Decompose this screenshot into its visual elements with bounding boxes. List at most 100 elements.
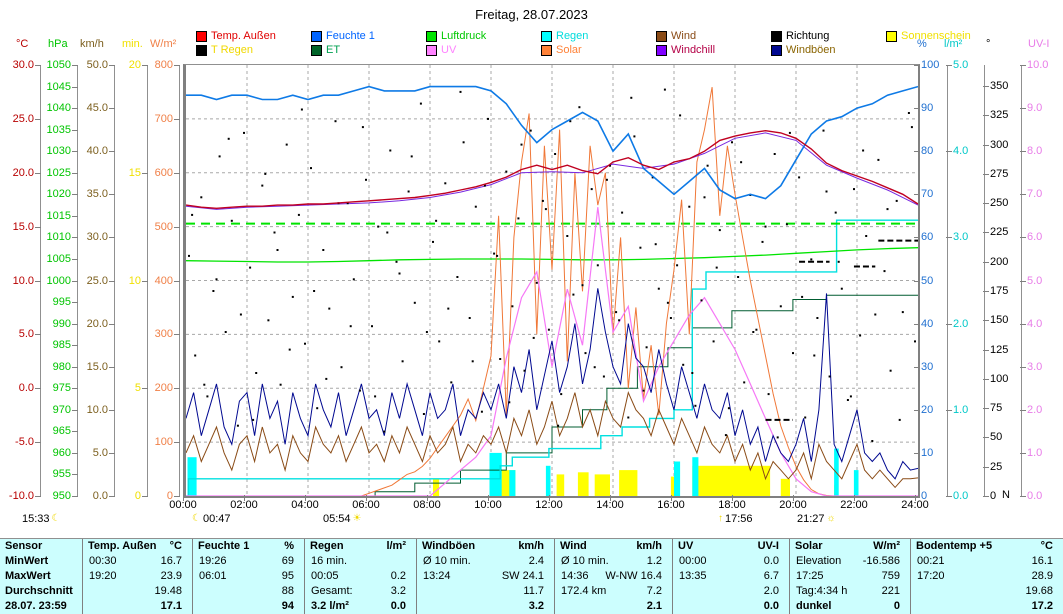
table-column-unit: °C: [1041, 539, 1053, 554]
axis-tick: [1020, 194, 1026, 195]
axis-tick-label-deg: 275: [990, 169, 1008, 180]
legend-item-wind[interactable]: Wind: [656, 30, 696, 42]
table-row-label: MinWert: [0, 554, 82, 569]
axis-tick: [946, 324, 952, 325]
axis-tick: [983, 379, 989, 380]
axis-tick-label-uvi: 4.0: [1027, 319, 1042, 330]
axis-tick: [946, 65, 952, 66]
table-cell: 19:2023.9: [83, 569, 192, 584]
axis-line-deg: [984, 65, 985, 496]
legend-item-solar[interactable]: Solar: [541, 44, 582, 56]
axis-tick-label-deg: 150: [990, 315, 1008, 326]
table-cell-value: 1.2: [647, 554, 662, 569]
direction-scatter-2: [374, 395, 376, 397]
legend-item-windb-en[interactable]: Windböen: [771, 44, 836, 56]
direction-scatter-2: [277, 249, 279, 251]
direction-scatter-2: [691, 372, 693, 374]
legend-item-temp-au-en[interactable]: Temp. Außen: [196, 30, 276, 42]
direction-scatter-2: [521, 144, 523, 146]
sunshine-bars: [781, 479, 790, 496]
axis-tick-label-kmh: 5.0: [66, 448, 108, 459]
axis-tick: [983, 86, 989, 87]
legend-item-feuchte-1[interactable]: Feuchte 1: [311, 30, 375, 42]
axis-tick-label-hpa: 975: [29, 383, 71, 394]
axis-tick-label-pct: 60: [921, 232, 933, 243]
direction-scatter-2: [228, 138, 230, 140]
table-cell-value: -16.586: [863, 554, 900, 569]
legend-label: ET: [326, 44, 340, 56]
direction-scatter-2: [313, 290, 315, 292]
direction-scatter-2: [582, 284, 584, 286]
legend-label: Regen: [556, 30, 588, 42]
axis-unit-deg: °: [986, 38, 990, 50]
direction-scatter: [639, 247, 641, 249]
direction-scatter: [475, 206, 477, 208]
table-column-unit: km/h: [636, 539, 662, 554]
axis-tick: [983, 496, 989, 497]
direction-scatter-2: [496, 255, 498, 257]
direction-scatter: [292, 296, 294, 298]
axis-tick-label-hpa: 1030: [29, 146, 71, 157]
direction-scatter: [450, 381, 452, 383]
direction-scatter: [255, 372, 257, 374]
direction-scatter: [274, 232, 276, 234]
legend-item-richtung[interactable]: Richtung: [771, 30, 829, 42]
direction-scatter: [884, 270, 886, 272]
legend-item-t-regen[interactable]: T Regen: [196, 44, 253, 56]
table-column-feuchte-1: Feuchte 1%19:266906:01958894: [193, 539, 305, 614]
summary-table: SensorMinWertMaxWertDurchschnitt28.07. 2…: [0, 538, 1063, 614]
direction-scatter: [591, 188, 593, 190]
axis-tick-label-temp: 25.0: [0, 114, 34, 125]
direction-scatter: [267, 319, 269, 321]
legend-item-luftdruck[interactable]: Luftdruck: [426, 30, 486, 42]
axis-tick: [983, 115, 989, 116]
table-cell: 00:000.0: [673, 554, 789, 569]
direction-scatter: [371, 325, 373, 327]
direction-scatter: [298, 214, 300, 216]
direction-scatter: [792, 352, 794, 354]
legend-item-et[interactable]: ET: [311, 44, 340, 56]
table-cell: Ø 10 min.2.4: [417, 554, 554, 569]
moonrise-icon: ↑: [718, 514, 723, 524]
table-column-bodentemp-5: Bodentemp +5°C00:2116.117:2028.919.6817.…: [911, 539, 1063, 614]
direction-scatter: [438, 340, 440, 342]
axis-tick: [174, 281, 180, 282]
table-cell-left: 172.4 km: [561, 584, 606, 599]
legend-item-regen[interactable]: Regen: [541, 30, 588, 42]
legend-item-windchill[interactable]: Windchill: [656, 44, 715, 56]
legend-label: Solar: [556, 44, 582, 56]
table-cell-left: 00:21: [917, 554, 945, 569]
table-column-solar: SolarW/m²Elevation-16.58617:25759Tag:4:3…: [790, 539, 911, 614]
axis-tick-label-wm2: 600: [131, 168, 173, 179]
direction-scatter-2: [533, 337, 535, 339]
direction-scatter: [548, 329, 550, 331]
direction-scatter-2: [740, 161, 742, 163]
axis-tick-label-hpa: 1020: [29, 189, 71, 200]
axis-tick-label-wm2: 100: [131, 437, 173, 448]
direction-scatter-2: [301, 109, 303, 111]
direction-scatter-2: [264, 173, 266, 175]
x-axis-tick: [305, 495, 306, 501]
axis-tick: [1020, 281, 1026, 282]
direction-scatter: [890, 370, 892, 372]
table-cell-value: 19.48: [154, 584, 182, 599]
axis-tick-label-hpa: 1035: [29, 125, 71, 136]
table-cell-value: 0.2: [391, 569, 406, 584]
table-column-unit: %: [284, 539, 294, 554]
axis-tick: [946, 237, 952, 238]
chart-canvas[interactable]: [186, 65, 918, 496]
plot-area[interactable]: [183, 64, 920, 498]
axis-tick-label-uvi: 6.0: [1027, 232, 1042, 243]
sunshine-bars: [578, 472, 589, 496]
table-cell-left: 06:01: [199, 569, 227, 584]
axis-tick-label-deg: 300: [990, 140, 1008, 151]
direction-scatter: [816, 317, 818, 319]
direction-scatter-2: [752, 331, 754, 333]
axis-tick: [72, 431, 78, 432]
table-cell: 17:2028.9: [911, 569, 1063, 584]
table-column-windb-en: Windböenkm/hØ 10 min.2.413:24SW 24.111.7…: [417, 539, 555, 614]
legend-item-uv[interactable]: UV: [426, 44, 456, 56]
axis-tick: [1020, 410, 1026, 411]
axis-tick: [983, 350, 989, 351]
table-cell: Ø 10 min.1.2: [555, 554, 672, 569]
